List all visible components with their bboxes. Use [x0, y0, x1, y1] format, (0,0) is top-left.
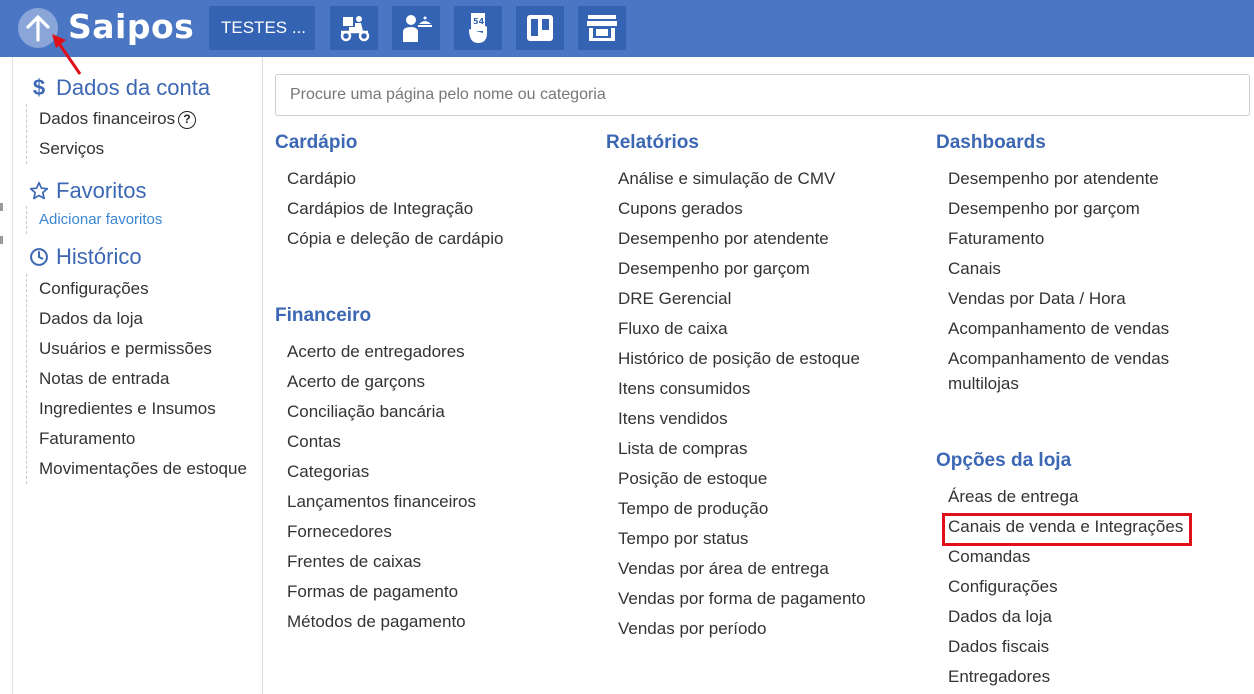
sidebar-item-history[interactable]: Faturamento — [27, 424, 247, 454]
category-title: Financeiro — [275, 305, 372, 326]
menu-link[interactable]: Dados da loja — [936, 602, 1236, 632]
waiter-icon — [403, 15, 432, 42]
menu-link[interactable]: Métodos de pagamento — [275, 607, 595, 637]
favorites-list: Adicionar favoritos — [26, 206, 162, 234]
menu-link[interactable]: Acompanhamento de vendas — [936, 314, 1236, 344]
trello-button[interactable] — [516, 6, 564, 50]
menu-link[interactable]: Itens consumidos — [606, 374, 926, 404]
menu-link[interactable]: Posição de estoque — [606, 464, 926, 494]
menu-link[interactable]: Contas — [275, 427, 595, 457]
category-financeiro: Financeiro Acerto de entregadores Acerto… — [275, 301, 595, 637]
sidebar-item-history[interactable]: Notas de entrada — [27, 364, 247, 394]
category-list: Desempenho por atendente Desempenho por … — [936, 164, 1236, 399]
clock-icon — [28, 247, 50, 267]
menu-link[interactable]: Vendas por forma de pagamento — [606, 584, 926, 614]
category-title: Dashboards — [936, 132, 1046, 153]
menu-link[interactable]: Áreas de entrega — [936, 482, 1236, 512]
menu-link[interactable]: Vendas por período — [606, 614, 926, 644]
sidebar-item-history[interactable]: Dados da loja — [27, 304, 247, 334]
storefront-icon — [587, 15, 617, 41]
category-dashboards: Dashboards Desempenho por atendente Dese… — [936, 128, 1236, 399]
sidebar-item-history[interactable]: Configurações — [27, 274, 247, 304]
menu-link[interactable]: Cardápios de Integração — [275, 194, 595, 224]
sidebar-item-dados-financeiros[interactable]: Dados financeiros? — [27, 104, 197, 134]
menu-link[interactable]: Acompanhamento de vendas multilojas — [936, 344, 1196, 399]
store-selector-button[interactable]: TESTES ... — [209, 6, 315, 50]
account-list: Dados financeiros? Serviços — [26, 104, 197, 164]
menu-link[interactable]: Vendas por área de entrega — [606, 554, 926, 584]
menu-link[interactable]: Categorias — [275, 457, 595, 487]
top-navbar: Saipos TESTES ... 54 — [0, 0, 1254, 57]
category-list: Acerto de entregadores Acerto de garçons… — [275, 337, 595, 637]
history-list: Configurações Dados da loja Usuários e p… — [26, 274, 247, 484]
menu-link[interactable]: Lançamentos financeiros — [275, 487, 595, 517]
sidebar: $ Dados da conta Dados financeiros? Serv… — [12, 57, 263, 694]
delivery-button[interactable] — [330, 6, 378, 50]
menu-link[interactable]: Configurações — [936, 572, 1236, 602]
menu-link[interactable]: Comandas — [936, 542, 1236, 572]
menu-link[interactable]: Histórico de posição de estoque — [606, 344, 926, 374]
category-title: Opções da loja — [936, 450, 1072, 471]
storefront-button[interactable] — [578, 6, 626, 50]
menu-link[interactable]: Canais — [936, 254, 1236, 284]
svg-text:54: 54 — [473, 17, 485, 26]
menu-link[interactable]: Fluxo de caixa — [606, 314, 926, 344]
menu-link[interactable]: Cupons gerados — [606, 194, 926, 224]
favorites-section-title: Favoritos — [28, 178, 146, 204]
add-favorites-link[interactable]: Adicionar favoritos — [27, 206, 162, 234]
search-input[interactable] — [275, 74, 1250, 116]
account-section-title: $ Dados da conta — [28, 75, 210, 101]
menu-link[interactable]: Acerto de entregadores — [275, 337, 595, 367]
menu-link[interactable]: Frentes de caixas — [275, 547, 595, 577]
menu-link[interactable]: Desempenho por garçom — [606, 254, 926, 284]
category-cardapio: Cardápio Cardápio Cardápios de Integraçã… — [275, 128, 595, 254]
menu-link[interactable]: DRE Gerencial — [606, 284, 926, 314]
menu-link[interactable]: Vendas por Data / Hora — [936, 284, 1236, 314]
edge-mark — [0, 203, 3, 211]
menu-link[interactable]: Desempenho por garçom — [936, 194, 1236, 224]
menu-link[interactable]: Análise e simulação de CMV — [606, 164, 926, 194]
sidebar-item-history[interactable]: Ingredientes e Insumos — [27, 394, 247, 424]
menu-link[interactable]: Acerto de garçons — [275, 367, 595, 397]
category-title: Cardápio — [275, 132, 358, 153]
sidebar-item-history[interactable]: Movimentações de estoque — [27, 454, 247, 484]
menu-link[interactable]: Tempo de produção — [606, 494, 926, 524]
menu-link[interactable]: Cardápio — [275, 164, 595, 194]
delivery-scooter-icon — [340, 16, 370, 42]
menu-link[interactable]: Desempenho por atendente — [936, 164, 1236, 194]
menu-link[interactable]: Tempo por status — [606, 524, 926, 554]
order-ticket-icon: 54 — [469, 13, 487, 43]
category-list: Cardápio Cardápios de Integração Cópia e… — [275, 164, 595, 254]
menu-link[interactable]: Fornecedores — [275, 517, 595, 547]
menu-link[interactable]: Dados fiscais — [936, 632, 1236, 662]
sidebar-item-history[interactable]: Usuários e permissões — [27, 334, 247, 364]
order-ticket-button[interactable]: 54 — [454, 6, 502, 50]
trello-board-icon — [527, 15, 553, 41]
category-list: Análise e simulação de CMV Cupons gerado… — [606, 164, 926, 644]
waiter-button[interactable] — [392, 6, 440, 50]
help-icon[interactable]: ? — [178, 110, 197, 129]
menu-link[interactable]: Cópia e deleção de cardápio — [275, 224, 595, 254]
star-icon — [28, 181, 50, 201]
category-opcoes-loja: Opções da loja Áreas de entrega Canais d… — [936, 446, 1236, 692]
edge-mark — [0, 236, 3, 244]
sidebar-item-servicos[interactable]: Serviços — [27, 134, 196, 164]
menu-link[interactable]: Desempenho por atendente — [606, 224, 926, 254]
dollar-icon: $ — [32, 75, 46, 100]
history-section-title: Histórico — [28, 244, 142, 270]
menu-link[interactable]: Faturamento — [936, 224, 1236, 254]
menu-link[interactable]: Itens vendidos — [606, 404, 926, 434]
category-list: Áreas de entrega Canais de venda e Integ… — [936, 482, 1236, 692]
menu-link[interactable]: Entregadores — [936, 662, 1236, 692]
arrow-up-icon — [26, 15, 50, 42]
category-title: Relatórios — [606, 132, 699, 153]
menu-link[interactable]: Conciliação bancária — [275, 397, 595, 427]
menu-link[interactable]: Formas de pagamento — [275, 577, 595, 607]
menu-link[interactable]: Lista de compras — [606, 434, 926, 464]
menu-link-canais-de-venda[interactable]: Canais de venda e Integrações — [936, 512, 1236, 542]
category-relatorios: Relatórios Análise e simulação de CMV Cu… — [606, 128, 926, 644]
